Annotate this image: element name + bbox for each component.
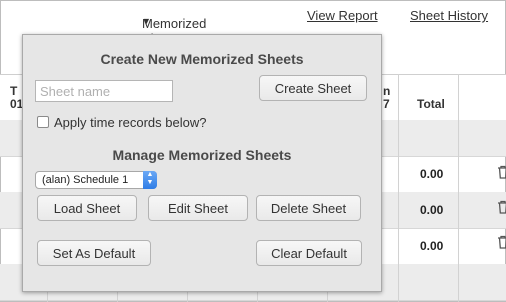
select-arrows-icon: ▲ ▼: [143, 171, 157, 189]
row-total: 0.00: [420, 239, 444, 253]
set-as-default-button[interactable]: Set As Default: [37, 240, 151, 266]
selected-sheet-value: (alan) Schedule 1: [42, 174, 129, 186]
view-report-link[interactable]: View Report: [307, 8, 378, 23]
edit-sheet-button[interactable]: Edit Sheet: [148, 195, 248, 221]
column-divider: [458, 74, 459, 302]
column-divider: [398, 74, 399, 302]
sheet-name-input[interactable]: [35, 80, 173, 102]
create-sheet-button[interactable]: Create Sheet: [259, 75, 367, 101]
column-header-total: Total: [417, 97, 445, 111]
sheet-history-link[interactable]: Sheet History: [410, 8, 488, 23]
row-total: 0.00: [420, 167, 444, 181]
memorized-sheets-popover: Create New Memorized Sheets Create Sheet…: [22, 34, 382, 292]
load-sheet-button[interactable]: Load Sheet: [37, 195, 137, 221]
apply-time-records-label: Apply time records below?: [54, 115, 207, 130]
apply-time-records-checkbox[interactable]: [37, 116, 49, 128]
clear-default-button[interactable]: Clear Default: [256, 240, 362, 266]
trash-icon[interactable]: [497, 200, 506, 214]
trash-icon[interactable]: [497, 165, 506, 179]
create-heading: Create New Memorized Sheets: [100, 51, 304, 67]
trash-icon[interactable]: [497, 235, 506, 249]
manage-heading: Manage Memorized Sheets: [112, 147, 292, 163]
memorized-sheet-select[interactable]: (alan) Schedule 1 ▲ ▼: [35, 171, 157, 189]
row-total: 0.00: [420, 203, 444, 217]
column-header-last: n7: [383, 84, 391, 111]
delete-sheet-button[interactable]: Delete Sheet: [256, 195, 361, 221]
apply-time-records-option[interactable]: Apply time records below?: [37, 115, 206, 130]
